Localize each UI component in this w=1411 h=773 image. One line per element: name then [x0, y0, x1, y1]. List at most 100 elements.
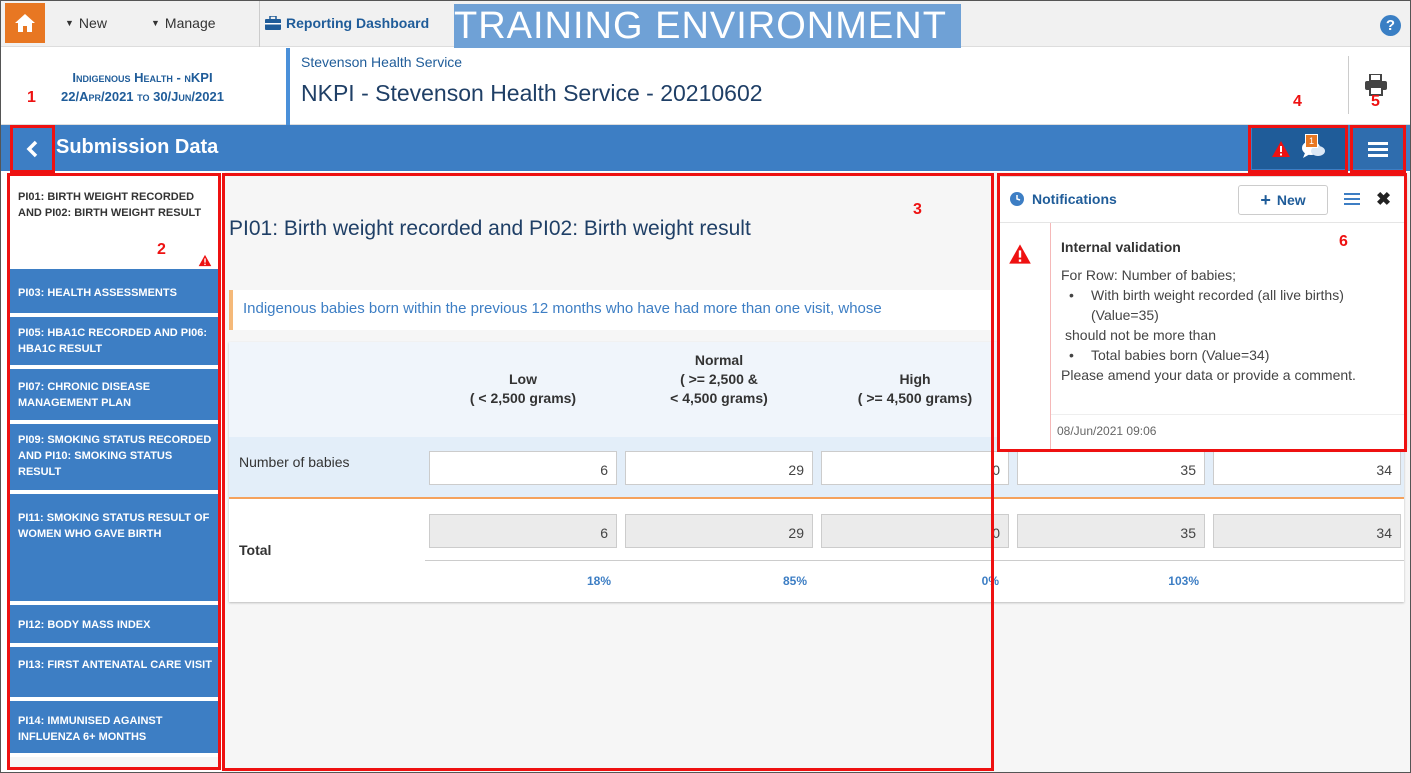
caret-down-icon: ▼	[65, 18, 74, 28]
new-menu[interactable]: ▼ New	[65, 15, 107, 31]
sidebar-item-pi14[interactable]: PI14: Immunised against influenza 6+ mon…	[10, 701, 220, 757]
plus-icon: +	[1260, 189, 1271, 210]
column-header-line: < 4,500 grams)	[670, 390, 768, 406]
sidebar-item-label: PI05: HbA1c recorded and PI06: HbA1c res…	[18, 327, 208, 355]
print-divider	[1348, 56, 1349, 114]
manage-menu-label: Manage	[164, 15, 216, 31]
sidebar-item-pi11[interactable]: PI11: Smoking status result of women who…	[10, 494, 220, 605]
notification-bullet: With birth weight recorded (all live bir…	[1061, 285, 1406, 325]
column-header-line: Normal	[694, 352, 744, 368]
total-low: 6	[429, 514, 617, 548]
row-label: Number of babies	[239, 454, 350, 470]
percent-normal: 85%	[782, 574, 807, 588]
chevron-left-icon	[26, 140, 38, 158]
section-sidebar: PI01: Birth weight recorded and PI02: Bi…	[10, 175, 220, 769]
page-title: PI01: Birth weight recorded and PI02: Bi…	[229, 217, 751, 240]
notifications-panel: Notifications + New ✖ Internal validatio…	[1000, 177, 1407, 449]
total-high: 0	[821, 514, 1009, 548]
sidebar-item-pi12[interactable]: PI12: Body mass index	[10, 605, 220, 647]
caret-down-icon: ▼	[151, 18, 160, 28]
annotation-number: 1	[27, 89, 36, 106]
percent-high: 0%	[981, 574, 999, 588]
app-window: ▼ New ▼ Manage Reporting Dashboard TRAIN…	[0, 0, 1411, 773]
percent-low: 18%	[586, 574, 611, 588]
sidebar-item-label: PI03: Health assessments	[18, 287, 177, 299]
sidebar-item-pi13[interactable]: PI13: First antenatal care visit	[10, 647, 220, 701]
submission-header: Indigenous Health - nKPI 22/Apr/2021 to …	[1, 48, 1410, 125]
comment-count-badge: 1	[1305, 134, 1319, 148]
sidebar-item-pi01[interactable]: PI01: Birth weight recorded and PI02: Bi…	[10, 175, 220, 273]
notification-heading: Internal validation	[1061, 239, 1181, 255]
form-name: Indigenous Health - nKPI	[72, 70, 213, 85]
reporting-dashboard-label: Reporting Dashboard	[286, 15, 430, 31]
annotation-number: 6	[1339, 233, 1348, 250]
annotation-number: 4	[1293, 93, 1302, 110]
notifications-toggle[interactable]: 1	[1252, 128, 1345, 169]
hamburger-icon	[1368, 141, 1388, 157]
new-menu-label: New	[78, 15, 107, 31]
close-icon[interactable]: ✖	[1376, 189, 1391, 210]
annotation-number: 2	[157, 241, 166, 258]
column-header-line: ( >= 2,500 &	[680, 371, 758, 387]
home-button[interactable]	[5, 3, 45, 43]
low-input[interactable]: 6	[429, 451, 617, 485]
new-notification-button[interactable]: + New	[1238, 185, 1328, 215]
notification-bullet: Total babies born (Value=34)	[1061, 345, 1406, 365]
percent-recorded: 103%	[1168, 574, 1199, 588]
notification-timestamp: 08/Jun/2021 09:06	[1051, 414, 1407, 449]
warning-icon	[1271, 140, 1290, 157]
recorded-input[interactable]: 35	[1017, 451, 1205, 485]
manage-menu[interactable]: ▼ Manage	[151, 15, 216, 31]
sidebar-item-label: PI01: Birth weight recorded and PI02: Bi…	[18, 191, 202, 219]
column-header-line: Low	[509, 371, 537, 387]
sidebar-item-label: PI14: Immunised against influenza 6+ mon…	[18, 715, 163, 743]
column-header-normal: Normal ( >= 2,500 & < 4,500 grams)	[621, 351, 817, 408]
list-icon[interactable]	[1344, 192, 1360, 206]
header-divider	[286, 48, 290, 125]
section-description: Indigenous babies born within the previo…	[229, 290, 999, 330]
submission-name: NKPI - Stevenson Health Service - 202106…	[301, 80, 763, 106]
annotation-number: 3	[913, 201, 922, 218]
notifications-header: Notifications + New ✖	[1000, 177, 1406, 223]
section-title: Submission Data	[56, 136, 219, 158]
total-born: 34	[1213, 514, 1401, 548]
briefcase-icon	[265, 16, 281, 30]
clock-icon	[1010, 192, 1024, 206]
notifications-title: Notifications	[1032, 191, 1117, 207]
notification-item[interactable]: Internal validation For Row: Number of b…	[1000, 223, 1407, 449]
total-normal: 29	[625, 514, 813, 548]
sidebar-item-label: PI11: Smoking status result of women who…	[18, 512, 210, 540]
column-header-line: High	[899, 371, 931, 387]
column-header-line: ( >= 4,500 grams)	[857, 390, 973, 406]
reporting-dashboard-link[interactable]: Reporting Dashboard	[265, 15, 429, 31]
sidebar-item-pi09[interactable]: PI09: Smoking status recorded and PI10: …	[10, 424, 220, 494]
sidebar-item-label: PI12: Body mass index	[18, 619, 151, 631]
sidebar-item-label: PI13: First antenatal care visit	[18, 659, 212, 671]
warning-icon	[1009, 244, 1031, 264]
notification-text: should not be more than	[1065, 327, 1216, 343]
column-header-low: Low ( < 2,500 grams)	[425, 370, 621, 408]
help-icon[interactable]: ?	[1380, 15, 1401, 36]
sidebar-item-label: PI09: Smoking status recorded and PI10: …	[18, 434, 212, 478]
sidebar-item-label: PI07: Chronic disease management plan	[18, 381, 151, 409]
back-button[interactable]	[13, 127, 51, 171]
form-info: Indigenous Health - nKPI 22/Apr/2021 to …	[1, 48, 284, 125]
total-recorded: 35	[1017, 514, 1205, 548]
total-born-input[interactable]: 34	[1213, 451, 1401, 485]
sidebar-item-pi05[interactable]: PI05: HbA1c recorded and PI06: HbA1c res…	[10, 317, 220, 369]
column-header-high: High ( >= 4,500 grams)	[817, 370, 1013, 408]
home-icon	[15, 14, 35, 32]
training-environment-banner: TRAINING ENVIRONMENT	[454, 4, 961, 48]
normal-input[interactable]: 29	[625, 451, 813, 485]
notification-content: Internal validation For Row: Number of b…	[1050, 223, 1407, 449]
annotation-number: 5	[1371, 93, 1380, 110]
organisation-name: Stevenson Health Service	[301, 54, 463, 70]
sidebar-item-pi03[interactable]: PI03: Health assessments	[10, 273, 220, 317]
warning-icon	[198, 254, 212, 267]
new-notification-label: New	[1276, 192, 1306, 208]
column-header-line: ( < 2,500 grams)	[469, 390, 577, 406]
sidebar-item-pi07[interactable]: PI07: Chronic disease management plan	[10, 369, 220, 424]
total-divider	[425, 560, 1404, 561]
high-input[interactable]: 0	[821, 451, 1009, 485]
menu-button[interactable]	[1352, 128, 1404, 169]
